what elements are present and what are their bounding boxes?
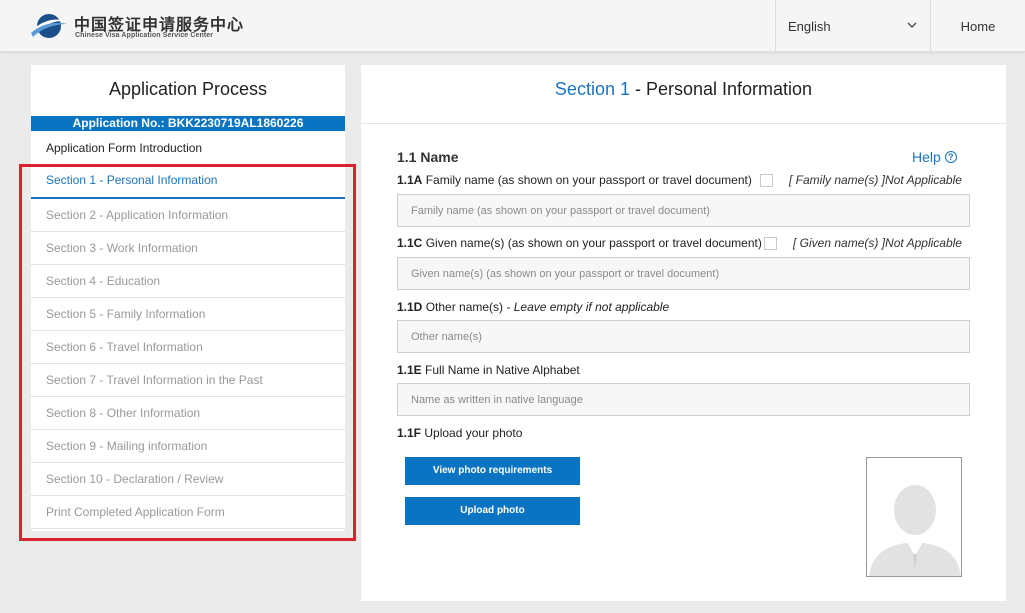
other-name-text: Other name(s) - [422, 300, 514, 314]
application-process-panel: Application Process Application No.: BKK… [31, 65, 345, 531]
upload-photo-text: Upload your photo [421, 426, 523, 440]
given-name-text: Given name(s) (as shown on your passport… [422, 236, 762, 250]
family-name-na-checkbox[interactable] [760, 174, 773, 187]
help-link[interactable]: Help ? [912, 149, 957, 165]
nav-section-8[interactable]: Section 8 - Other Information [31, 397, 345, 430]
personal-information-form: Section 1 - Personal Information 1.1 Nam… [361, 65, 1006, 601]
family-name-input[interactable] [397, 194, 970, 227]
family-name-na-label: [ Family name(s) ]Not Applicable [789, 173, 962, 187]
nav-section-7[interactable]: Section 7 - Travel Information in the Pa… [31, 364, 345, 397]
view-photo-requirements-button[interactable]: View photo requirements [405, 457, 580, 485]
family-name-text: Family name (as shown on your passport o… [422, 173, 752, 187]
other-name-input[interactable] [397, 320, 970, 353]
given-name-code: 1.1C [397, 236, 423, 250]
nav-section-10[interactable]: Section 10 - Declaration / Review [31, 463, 345, 496]
given-name-label: 1.1C Given name(s) (as shown on your pas… [397, 236, 762, 250]
section-name: - Personal Information [629, 79, 813, 99]
chevron-down-icon [907, 22, 917, 29]
nav-section-5[interactable]: Section 5 - Family Information [31, 298, 345, 331]
title-divider [361, 123, 1006, 124]
family-name-label: 1.1A Family name (as shown on your passp… [397, 173, 752, 187]
upload-photo-button[interactable]: Upload photo [405, 497, 580, 525]
application-number-bar: Application No.: BKK2230719AL1860226 [31, 116, 345, 131]
nav-section-6[interactable]: Section 6 - Travel Information [31, 331, 345, 364]
other-name-hint: Leave empty if not applicable [513, 300, 670, 314]
nav-print-form[interactable]: Print Completed Application Form [31, 496, 345, 529]
form-introduction-link[interactable]: Application Form Introduction [46, 141, 202, 155]
logo-english-text: Chinese Visa Application Service Center [75, 32, 214, 39]
native-name-code: 1.1E [397, 363, 422, 377]
given-name-na-checkbox[interactable] [764, 237, 777, 250]
language-select[interactable]: English [775, 0, 930, 52]
question-circle-icon: ? [944, 151, 957, 163]
nav-section-9[interactable]: Section 9 - Mailing information [31, 430, 345, 463]
nav-section-1[interactable]: Section 1 - Personal Information [31, 166, 345, 199]
nav-section-3[interactable]: Section 3 - Work Information [31, 232, 345, 265]
panel-title: Application Process [108, 79, 268, 99]
section-number: Section 1 [554, 79, 630, 99]
native-name-text: Full Name in Native Alphabet [421, 363, 580, 377]
native-name-label: 1.1E Full Name in Native Alphabet [397, 363, 580, 377]
nav-section-4[interactable]: Section 4 - Education [31, 265, 345, 298]
person-silhouette-icon [867, 458, 961, 576]
native-name-input[interactable] [397, 383, 970, 416]
language-value: English [788, 18, 831, 34]
top-header: 中国签证申请服务中心 Chinese Visa Application Serv… [0, 0, 1025, 52]
home-link[interactable]: Home [930, 0, 1025, 52]
subsection-heading: 1.1 Name [397, 149, 459, 165]
section-nav: Section 1 - Personal Information Section… [31, 166, 345, 529]
help-label: Help [912, 149, 941, 165]
other-name-code: 1.1D [397, 300, 423, 314]
given-name-input[interactable] [397, 257, 970, 290]
upload-photo-code: 1.1F [397, 426, 422, 440]
logo-swoosh-icon [31, 14, 67, 38]
visa-center-logo[interactable]: 中国签证申请服务中心 Chinese Visa Application Serv… [30, 9, 243, 43]
nav-section-2[interactable]: Section 2 - Application Information [31, 199, 345, 232]
other-name-label: 1.1D Other name(s) - Leave empty if not … [397, 300, 669, 314]
upload-photo-label: 1.1F Upload your photo [397, 426, 522, 440]
section-title: Section 1 - Personal Information [361, 79, 1006, 100]
family-name-code: 1.1A [397, 173, 423, 187]
photo-preview [866, 457, 962, 577]
given-name-na-label: [ Given name(s) ]Not Applicable [793, 236, 962, 250]
